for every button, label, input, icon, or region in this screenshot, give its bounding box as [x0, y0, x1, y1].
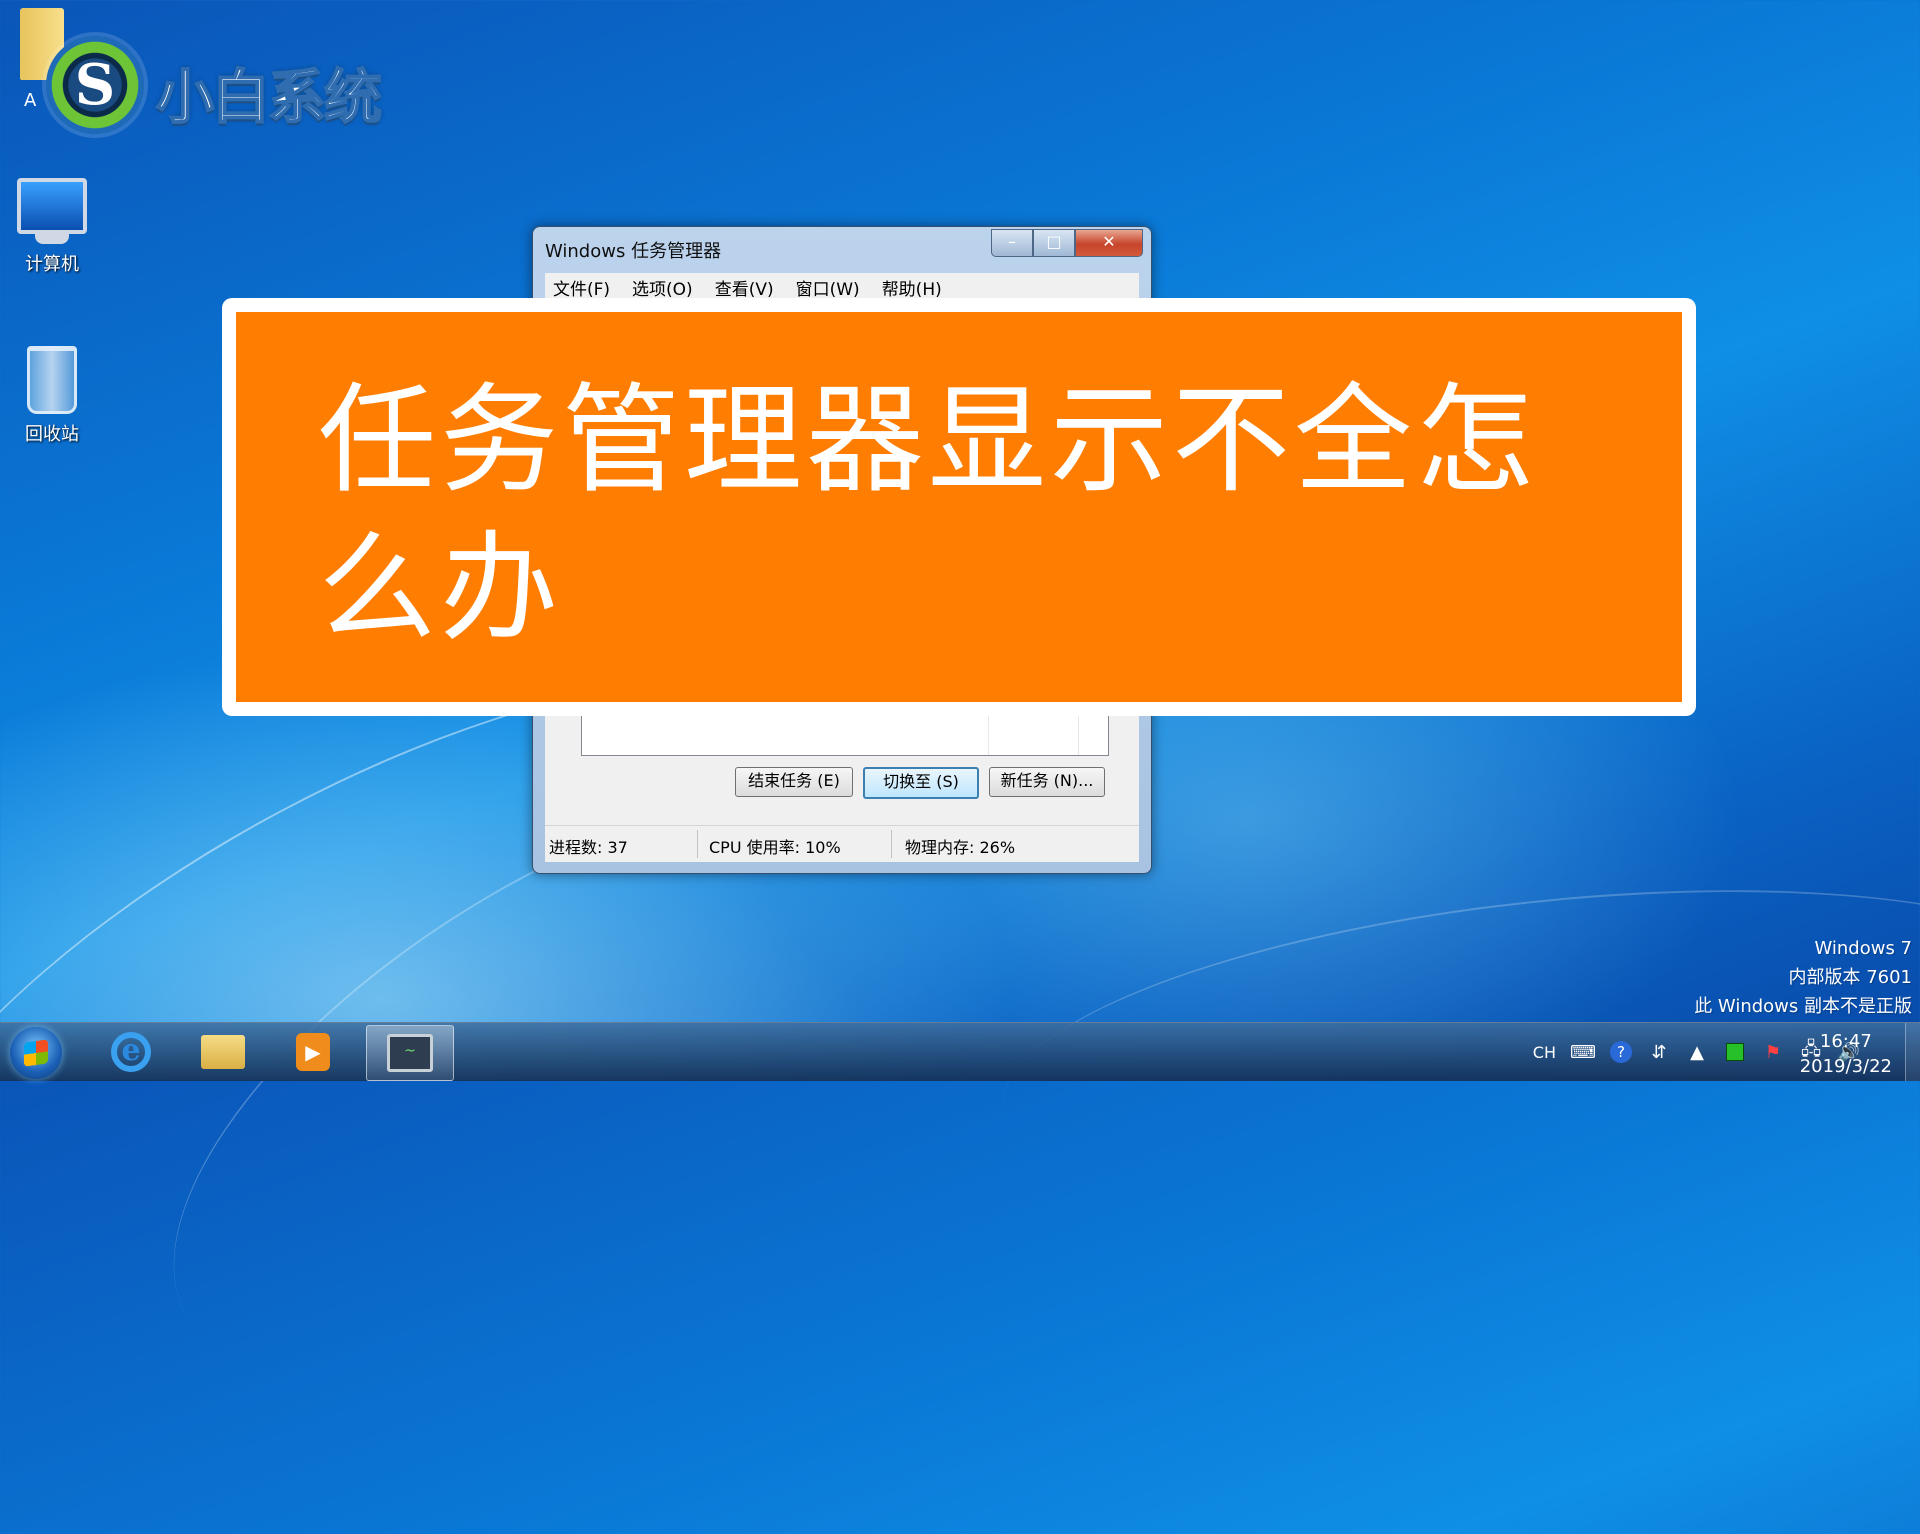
status-cpu: CPU 使用率: 10% — [709, 838, 841, 857]
close-button[interactable]: ✕ — [1075, 229, 1143, 257]
taskbar-app-ie[interactable]: e — [88, 1025, 174, 1079]
end-task-button[interactable]: 结束任务 (E) — [735, 767, 853, 797]
minimize-button[interactable]: – — [991, 229, 1033, 257]
taskbar: e ▶ ~ CH ⌨ ? ⇵ ▲ ⚑ 🖧 🔊 16:47 2019/3/22 — [0, 1022, 1920, 1081]
menu-bar: 文件(F) 选项(O) 查看(V) 窗口(W) 帮助(H) — [545, 273, 1139, 301]
brand-logo: A S 小白系统 — [20, 8, 400, 148]
new-task-button[interactable]: 新任务 (N)... — [989, 767, 1105, 797]
status-processes: 进程数: 37 — [549, 838, 628, 857]
desktop-icon-recycle-bin[interactable]: 回收站 — [2, 346, 102, 446]
notification-icon[interactable]: ⇵ — [1648, 1041, 1670, 1063]
keyboard-icon[interactable]: ⌨ — [1570, 1041, 1596, 1063]
status-memory: 物理内存: 26% — [905, 838, 1016, 857]
watermark-os: Windows 7 — [1814, 938, 1912, 959]
switch-to-button[interactable]: 切换至 (S) — [863, 767, 979, 799]
banner-background: 任务管理器显示不全怎么办 — [236, 312, 1682, 702]
watermark-genuine: 此 Windows 副本不是正版 — [1694, 996, 1912, 1017]
media-player-icon: ▶ — [296, 1033, 330, 1071]
desktop-icon-computer[interactable]: 计算机 — [2, 178, 102, 276]
windows-watermark: Windows 7 内部版本 7601 此 Windows 副本不是正版 — [1694, 934, 1912, 1021]
taskbar-app-media[interactable]: ▶ — [270, 1025, 356, 1079]
clock-time: 16:47 — [1819, 1031, 1872, 1052]
windows-logo-icon — [24, 1039, 48, 1067]
language-indicator[interactable]: CH — [1533, 1043, 1556, 1062]
menu-help[interactable]: 帮助(H) — [874, 275, 950, 300]
banner-title: 任务管理器显示不全怎么办 — [318, 371, 1539, 657]
maximize-button[interactable]: □ — [1033, 229, 1075, 257]
desktop-icon-label: 回收站 — [25, 424, 79, 445]
clock-date: 2019/3/22 — [1799, 1056, 1892, 1077]
logo-s-icon: S — [74, 52, 116, 118]
internet-explorer-icon: e — [111, 1032, 151, 1072]
windows-explorer-icon — [201, 1035, 245, 1069]
brand-text: 小白系统 — [155, 62, 383, 132]
watermark-build: 内部版本 7601 — [1788, 967, 1912, 988]
action-center-flag-icon[interactable]: ⚑ — [1762, 1041, 1784, 1063]
window-title: Windows 任务管理器 — [545, 241, 722, 262]
window-controls: – □ ✕ — [991, 229, 1143, 257]
folder-label: A — [24, 90, 37, 111]
clock[interactable]: 16:47 2019/3/22 — [1800, 1029, 1892, 1079]
show-desktop-button[interactable] — [1905, 1023, 1920, 1081]
menu-window[interactable]: 窗口(W) — [788, 275, 868, 300]
taskbar-app-task-manager[interactable]: ~ — [366, 1025, 454, 1081]
task-list[interactable] — [581, 711, 1109, 756]
taskbar-app-explorer[interactable] — [180, 1025, 266, 1079]
desktop-icon-label: 计算机 — [25, 254, 79, 275]
show-hidden-icons-icon[interactable]: ▲ — [1686, 1041, 1708, 1063]
menu-options[interactable]: 选项(O) — [624, 275, 701, 300]
menu-view[interactable]: 查看(V) — [707, 275, 782, 300]
status-bar: 进程数: 37 CPU 使用率: 10% 物理内存: 26% — [545, 825, 1139, 862]
recycle-bin-icon — [2, 346, 102, 414]
title-banner: 任务管理器显示不全怎么办 — [222, 298, 1696, 716]
task-manager-icon: ~ — [387, 1034, 433, 1072]
start-button[interactable] — [10, 1027, 62, 1079]
menu-file[interactable]: 文件(F) — [545, 275, 618, 300]
computer-icon — [2, 178, 102, 244]
help-icon[interactable]: ? — [1610, 1041, 1632, 1063]
green-status-icon[interactable] — [1724, 1041, 1746, 1063]
